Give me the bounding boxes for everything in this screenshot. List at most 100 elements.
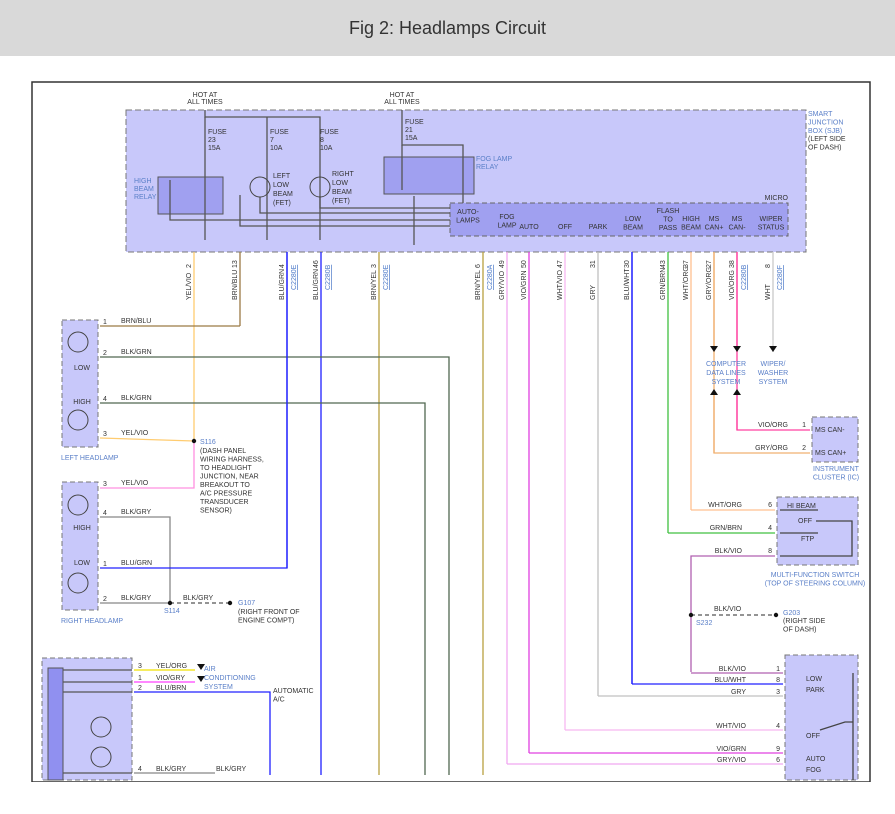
- wire-color-label: BRN/BLU: [232, 270, 239, 300]
- pin-number: 3: [776, 689, 780, 696]
- wire-color-label: YEL/VIO: [186, 272, 193, 300]
- module-bar: [47, 667, 64, 781]
- wire-label: BLK/GRY: [156, 766, 187, 773]
- wire-color-label: BRN/YEL: [371, 270, 378, 300]
- fuse-21-label: 15A: [405, 135, 418, 142]
- hi-beam-label: HI BEAM: [787, 503, 816, 510]
- s232-splice: [688, 612, 694, 618]
- g107-label: G107: [238, 600, 255, 607]
- s116-description: (DASH PANEL: [200, 448, 246, 455]
- fuse-7-label: FUSE: [270, 129, 289, 136]
- wiper-washer-system-label: WIPER/: [761, 361, 786, 368]
- connector-link: C2280F: [777, 265, 784, 290]
- connector-link: C2280A: [487, 264, 494, 290]
- g203-description: (RIGHT SIDE: [783, 618, 826, 625]
- fog-lamp-relay-label: RELAY: [476, 164, 499, 171]
- s116-description: TRANSDUCER: [200, 499, 249, 506]
- left-low-beam-fet-label: LOW: [273, 182, 289, 189]
- micro-pin-label: AUTO-: [457, 209, 479, 216]
- micro-pin-label: WIPER: [760, 216, 783, 223]
- g203-label: G203: [783, 610, 800, 617]
- wire-color-label: WHT/VIO: [557, 270, 564, 300]
- s116-description: A/C PRESSURE: [200, 491, 252, 498]
- pin-number: 2: [138, 685, 142, 692]
- g107-description: (RIGHT FRONT OF: [238, 609, 300, 616]
- connector-link: C2280E: [383, 264, 390, 290]
- s116-description: BREAKOUT TO: [200, 482, 250, 489]
- micro-pin-label: FLASH: [657, 208, 680, 215]
- left-headlamp-label: LEFT HEADLAMP: [61, 455, 119, 462]
- instrument-cluster-label: INSTRUMENT: [813, 466, 860, 473]
- hot-at-all-times-label: ALL TIMES: [187, 99, 223, 106]
- wire-label: YEL/ORG: [156, 663, 187, 670]
- micro-pin-label: STATUS: [758, 225, 785, 232]
- s116-description: SENSOR): [200, 508, 232, 515]
- micro-pin-label: BEAM: [681, 225, 701, 232]
- left-low-beam-fet-label: BEAM: [273, 191, 293, 198]
- sjb-name-label: BOX (SJB): [808, 128, 842, 135]
- wire-color-label: GRY/VIO: [499, 270, 506, 300]
- wire-label: BLK/GRN: [121, 395, 152, 402]
- pin-number: 8: [776, 677, 780, 684]
- wire-label: BLK/GRY: [121, 595, 152, 602]
- wire-pin-label: 38: [729, 260, 736, 268]
- switch-position-label: FOG: [806, 767, 821, 774]
- wire-label: VIO/ORG: [758, 422, 788, 429]
- pin-number: 1: [802, 422, 806, 429]
- wire-pin-label: 43: [660, 260, 667, 268]
- page-bottom-margin: [0, 782, 895, 814]
- wire-label: VIO/GRN: [716, 746, 746, 753]
- low-label: LOW: [74, 560, 90, 567]
- wire-label: BLK/VIO: [714, 606, 742, 613]
- pin-number: 2: [802, 445, 806, 452]
- ic-pin-label: MS CAN-: [815, 427, 845, 434]
- pin-number: 3: [103, 481, 107, 488]
- wire-pin-label: 8: [765, 264, 772, 268]
- automatic-ac-label: AUTOMATIC: [273, 688, 314, 695]
- s114-label: S114: [164, 608, 180, 615]
- wire-label: YEL/VIO: [121, 430, 149, 437]
- micro-pin-label: MS: [709, 216, 720, 223]
- fuse-23-label: 23: [208, 137, 216, 144]
- ftp-label: FTP: [801, 536, 815, 543]
- instrument-cluster-label: CLUSTER (IC): [813, 475, 859, 482]
- wire-label: YEL/VIO: [121, 480, 149, 487]
- wire-label: BLK/GRY: [216, 766, 247, 773]
- g107-ground: [227, 600, 233, 606]
- wire-color-label: VIO/ORG: [729, 270, 736, 300]
- high-beam-relay-label: RELAY: [134, 194, 157, 201]
- pin-number: 6: [768, 502, 772, 509]
- micro-pin-label: LAMPS: [456, 218, 480, 225]
- pin-number: 6: [776, 757, 780, 764]
- wire-color-label: GRY/ORG: [706, 267, 713, 300]
- pin-number: 2: [103, 596, 107, 603]
- wire-color-label: WHT/ORG: [683, 266, 690, 300]
- right-low-beam-fet-label: LOW: [332, 180, 348, 187]
- wire-label: BLK/VIO: [715, 548, 743, 555]
- right-low-beam-fet-label: BEAM: [332, 189, 352, 196]
- wire-label: WHT/ORG: [708, 502, 742, 509]
- g203-ground: [773, 612, 779, 618]
- s116-description: JUNCTION, NEAR: [200, 474, 259, 481]
- high-label: HIGH: [73, 525, 91, 532]
- air-conditioning-system-label: SYSTEM: [204, 684, 233, 691]
- g203-description: OF DASH): [783, 627, 816, 634]
- micro-pin-label: BEAM: [623, 225, 643, 232]
- high-label: HIGH: [73, 399, 91, 406]
- wire-color-label: VIO/GRN: [521, 270, 528, 300]
- sjb-location-label: (LEFT SIDE: [808, 136, 846, 143]
- automatic-ac-label: A/C: [273, 697, 285, 704]
- pin-number: 4: [103, 396, 107, 403]
- wire-label: VIO/GRY: [156, 675, 185, 682]
- fuse-7-label: 10A: [270, 145, 283, 152]
- switch-position-label: PARK: [806, 687, 825, 694]
- micro-pin-label: MS: [732, 216, 743, 223]
- wire-pin-label: 50: [521, 260, 528, 268]
- wire-pin-label: 13: [232, 260, 239, 268]
- pin-number: 3: [103, 431, 107, 438]
- wire-color-label: BLU/GRN: [313, 269, 320, 300]
- pin-number: 4: [103, 510, 107, 517]
- wire-pin-label: 46: [313, 260, 320, 268]
- left-low-beam-fet-label: (FET): [273, 200, 291, 207]
- micro-pin-label: PARK: [589, 224, 608, 231]
